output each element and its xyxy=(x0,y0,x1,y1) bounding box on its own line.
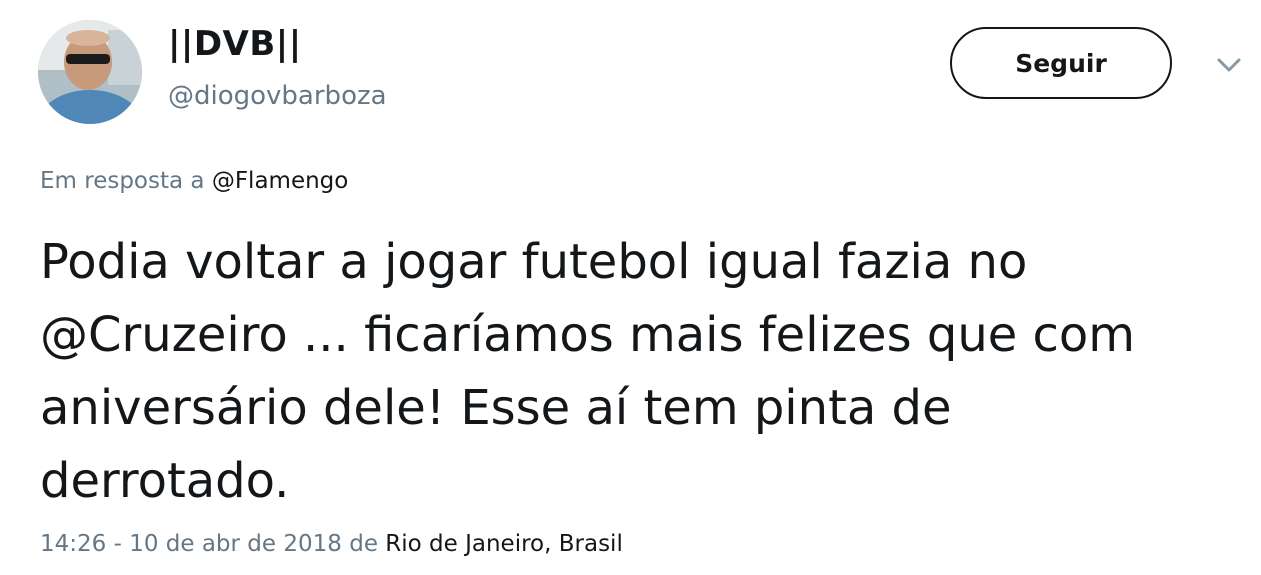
tweet-card: ||DVB|| @diogovbarboza Seguir Em respost… xyxy=(0,0,1261,575)
tweet-text-line: aniversário dele! Esse aí tem pinta de xyxy=(40,380,952,436)
reply-context-prefix: Em resposta a xyxy=(40,168,212,194)
avatar[interactable] xyxy=(38,20,142,124)
tweet-location-link[interactable]: Rio de Janeiro, Brasil xyxy=(385,531,623,557)
tweet-text-line: Podia voltar a jogar futebol igual fazia… xyxy=(40,234,1028,290)
tweet-text-line: @Cruzeiro ... ficaríamos mais felizes qu… xyxy=(40,307,1136,363)
follow-button[interactable]: Seguir xyxy=(950,27,1172,99)
display-name[interactable]: ||DVB|| xyxy=(168,24,302,64)
follow-button-label: Seguir xyxy=(1015,48,1107,78)
tweet-timestamp[interactable]: 14:26 - 10 de abr de 2018 xyxy=(40,531,342,557)
user-handle[interactable]: @diogovbarboza xyxy=(168,80,387,112)
tweet-text: Podia voltar a jogar futebol igual fazia… xyxy=(40,226,1230,518)
avatar-image xyxy=(38,20,142,124)
tweet-meta: 14:26 - 10 de abr de 2018 de Rio de Jane… xyxy=(40,528,623,560)
reply-mention-link[interactable]: @Flamengo xyxy=(212,168,349,194)
tweet-text-line: derrotado. xyxy=(40,453,290,509)
chevron-down-icon xyxy=(1217,58,1241,72)
meta-from-word: de xyxy=(341,531,386,557)
more-options-button[interactable] xyxy=(1214,52,1244,78)
reply-context: Em resposta a @Flamengo xyxy=(40,165,348,197)
